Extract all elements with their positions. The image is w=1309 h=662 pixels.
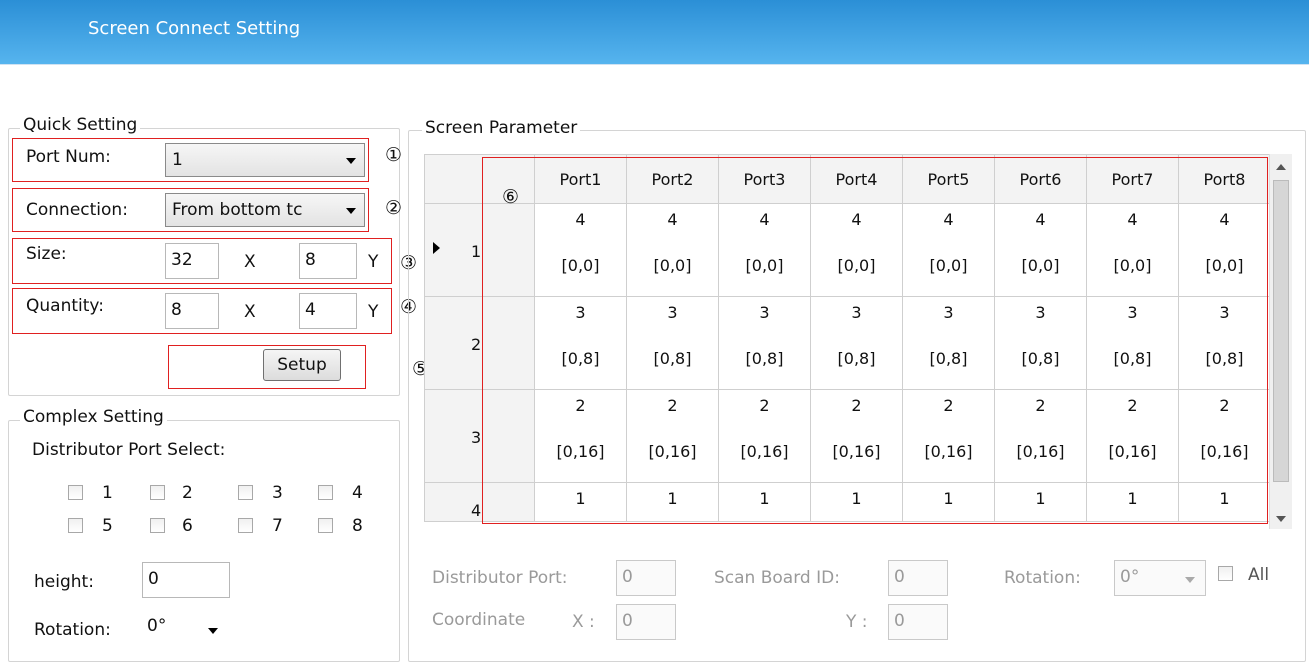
title-bar: Screen Connect Setting (0, 0, 1309, 64)
row-label: 2 (471, 335, 482, 354)
port-checkbox-label-4: 4 (352, 483, 363, 503)
port-num-label: Port Num: (26, 147, 111, 167)
port-checkbox-3[interactable] (238, 485, 253, 500)
port-checkbox-label-5: 5 (102, 516, 113, 536)
triangle-right-icon (433, 242, 440, 254)
grid-scrollbar[interactable] (1269, 154, 1292, 529)
size-x-input[interactable]: 32 (165, 243, 219, 279)
grid-highlight-box (482, 157, 1268, 524)
port-checkbox-8[interactable] (318, 518, 333, 533)
complex-setting-legend: Complex Setting (20, 407, 167, 427)
port-checkbox-6[interactable] (150, 518, 165, 533)
all-checkbox[interactable] (1218, 566, 1233, 581)
setup-button[interactable]: Setup (263, 349, 341, 381)
size-x-sep: X (244, 252, 256, 272)
connection-select[interactable]: From bottom tc (165, 193, 365, 227)
port-checkbox-1[interactable] (68, 485, 83, 500)
scroll-up-icon[interactable] (1276, 164, 1286, 170)
size-y-input[interactable]: 8 (299, 243, 357, 279)
coordinate-x-input[interactable]: 0 (616, 604, 676, 640)
size-label: Size: (26, 244, 67, 264)
rotation-label: Rotation: (34, 620, 111, 640)
chevron-down-icon (1185, 577, 1195, 583)
quantity-x-sep: X (244, 302, 256, 322)
scroll-thumb[interactable] (1273, 180, 1289, 482)
marker-1: ① (385, 144, 403, 166)
port-checkbox-4[interactable] (318, 485, 333, 500)
quantity-y-sep: Y (368, 302, 379, 322)
quick-setting-legend: Quick Setting (20, 115, 141, 135)
connection-label: Connection: (26, 200, 128, 220)
port-checkbox-2[interactable] (150, 485, 165, 500)
row-label: 1 (471, 242, 482, 261)
port-checkbox-5[interactable] (68, 518, 83, 533)
rotation-select[interactable]: 0° (142, 610, 230, 644)
rotation-detail-value: 0° (1120, 567, 1140, 587)
coordinate-y-label: Y : (846, 612, 868, 632)
distributor-port-label: Distributor Port: (432, 568, 568, 588)
scan-board-id-input[interactable]: 0 (888, 560, 948, 596)
row-label: 3 (471, 428, 482, 447)
coordinate-label: Coordinate (432, 610, 526, 630)
divider (0, 64, 1309, 65)
rotation-detail-select[interactable]: 0° (1114, 560, 1206, 596)
marker-6: ⑥ (502, 186, 520, 208)
height-label: height: (34, 572, 94, 592)
port-checkbox-label-8: 8 (352, 516, 363, 536)
scroll-down-icon[interactable] (1276, 516, 1286, 522)
rotation-value: 0° (147, 616, 167, 636)
coordinate-y-input[interactable]: 0 (888, 604, 948, 640)
window-title: Screen Connect Setting (88, 18, 301, 39)
port-checkbox-label-1: 1 (102, 483, 113, 503)
connection-value: From bottom tc (172, 200, 303, 220)
quantity-y-input[interactable]: 4 (299, 293, 357, 329)
chevron-down-icon (346, 158, 356, 164)
port-num-value: 1 (172, 150, 183, 170)
port-checkbox-label-3: 3 (272, 483, 283, 503)
quantity-x-input[interactable]: 8 (165, 293, 219, 329)
height-input[interactable]: 0 (142, 562, 230, 598)
marker-2: ② (385, 197, 403, 219)
chevron-down-icon (208, 628, 218, 634)
distributor-port-select-label: Distributor Port Select: (32, 440, 226, 460)
coordinate-x-label: X : (572, 612, 595, 632)
size-y-sep: Y (368, 252, 379, 272)
port-checkbox-label-6: 6 (182, 516, 193, 536)
chevron-down-icon (346, 208, 356, 214)
port-checkbox-label-2: 2 (182, 483, 193, 503)
port-checkbox-label-7: 7 (272, 516, 283, 536)
distributor-port-input[interactable]: 0 (616, 560, 676, 596)
screen-parameter-legend: Screen Parameter (422, 118, 581, 138)
port-checkbox-7[interactable] (238, 518, 253, 533)
port-num-select[interactable]: 1 (165, 143, 365, 177)
all-label: All (1248, 565, 1270, 585)
quantity-label: Quantity: (26, 296, 104, 316)
row-label: 4 (471, 501, 482, 520)
scan-board-id-label: Scan Board ID: (714, 568, 840, 588)
rotation-detail-label: Rotation: (1004, 568, 1081, 588)
